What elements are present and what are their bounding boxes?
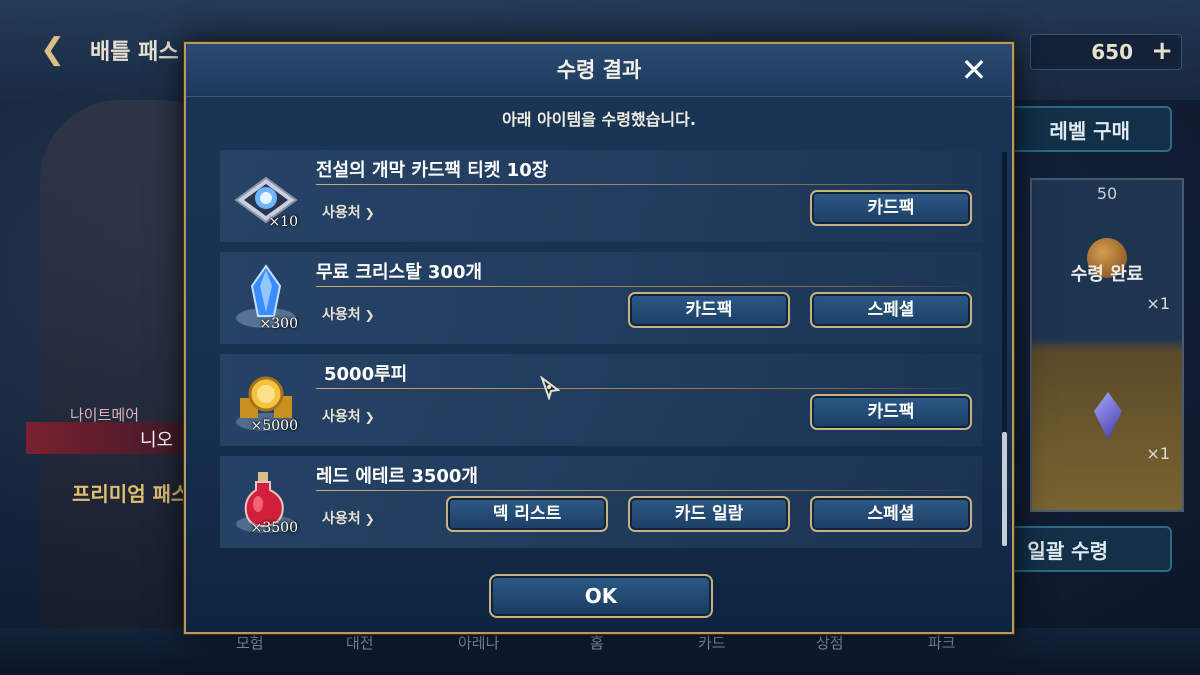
nav-shop[interactable]: 상점 <box>816 632 844 653</box>
currency-value: 650 <box>1091 40 1133 64</box>
item-count: ×3500 <box>250 520 298 536</box>
usage-label: 사용처 <box>322 511 361 527</box>
crystal-icon: ×300 <box>230 262 302 334</box>
dialog-subtitle: 아래 아이템을 수령했습니다. <box>502 110 696 129</box>
reward-count: ×1 <box>1146 444 1170 463</box>
usage-label: 사용처 <box>322 409 361 425</box>
back-arrow-icon[interactable]: ❮ <box>40 32 65 67</box>
red-ether-potion-icon: ×3500 <box>230 466 302 538</box>
chevron-right-icon: ❯ <box>364 512 375 526</box>
divider <box>316 490 972 491</box>
chevron-right-icon: ❯ <box>364 206 375 220</box>
item-name: 5000루피 <box>324 364 408 385</box>
close-icon[interactable]: ✕ <box>958 54 990 86</box>
usage-link[interactable]: 사용처 ❯ <box>322 202 375 222</box>
card-ticket-icon: ×10 <box>230 160 302 232</box>
reward-item: ×5000 5000루피 사용처 ❯ 카드팩 <box>220 354 982 446</box>
usage-link[interactable]: 사용처 ❯ <box>322 508 375 528</box>
reward-list[interactable]: ×10 전설의 개막 카드팩 티켓 10장 사용처 ❯ 카드팩 ×300 무료 크… <box>220 150 1010 550</box>
reward-count: ×1 <box>1146 294 1170 313</box>
special-button[interactable]: 스페셜 <box>810 496 972 532</box>
reward-item: ×300 무료 크리스탈 300개 사용처 ❯ 스페셜 카드팩 <box>220 252 982 344</box>
plus-icon[interactable]: + <box>1151 36 1173 66</box>
gold-coins-icon: ×5000 <box>230 364 302 436</box>
deck-list-button[interactable]: 덱 리스트 <box>446 496 608 532</box>
card-pack-button[interactable]: 카드팩 <box>628 292 790 328</box>
chevron-right-icon: ❯ <box>364 308 375 322</box>
page-title: 배틀 패스 <box>90 40 179 65</box>
character-name-bar <box>26 422 206 454</box>
divider <box>316 388 972 389</box>
special-button[interactable]: 스페셜 <box>810 292 972 328</box>
receive-result-dialog: 수령 결과 ✕ 아래 아이템을 수령했습니다. ×10 전설의 개막 카드팩 티… <box>184 42 1014 634</box>
nav-adventure[interactable]: 모험 <box>236 632 264 653</box>
cursor-icon <box>540 376 560 400</box>
reward-claimed-label: 수령 완료 <box>1070 264 1144 285</box>
nav-park[interactable]: 파크 <box>928 632 956 653</box>
item-name: 무료 크리스탈 300개 <box>316 262 483 283</box>
usage-label: 사용처 <box>322 307 361 323</box>
item-count: ×10 <box>268 214 298 230</box>
reward-item: ×10 전설의 개막 카드팩 티켓 10장 사용처 ❯ 카드팩 <box>220 150 982 242</box>
item-name: 레드 에테르 3500개 <box>316 466 478 487</box>
item-name: 전설의 개막 카드팩 티켓 10장 <box>316 160 549 181</box>
scrollbar[interactable] <box>1002 152 1007 546</box>
nav-battle[interactable]: 대전 <box>346 632 374 653</box>
card-list-button[interactable]: 카드 일람 <box>628 496 790 532</box>
usage-label: 사용처 <box>322 205 361 221</box>
currency-display: 650 + <box>1030 34 1182 70</box>
dialog-title: 수령 결과 <box>556 58 642 82</box>
ok-button[interactable]: OK <box>489 574 713 618</box>
premium-pass-label: 프리미엄 패스 <box>72 482 190 506</box>
character-name: 니오 <box>140 430 174 451</box>
scroll-thumb[interactable] <box>1002 432 1007 546</box>
divider <box>316 286 972 287</box>
chevron-right-icon: ❯ <box>364 410 375 424</box>
reward-item: ×3500 레드 에테르 3500개 사용처 ❯ 스페셜 카드 일람 덱 리스트 <box>220 456 982 548</box>
gem-icon <box>1094 392 1122 440</box>
usage-link[interactable]: 사용처 ❯ <box>322 406 375 426</box>
card-pack-button[interactable]: 카드팩 <box>810 190 972 226</box>
nav-arena[interactable]: 아레나 <box>458 632 499 653</box>
reward-level: 50 <box>1096 184 1118 203</box>
nav-card[interactable]: 카드 <box>698 632 726 653</box>
card-pack-button[interactable]: 카드팩 <box>810 394 972 430</box>
usage-link[interactable]: 사용처 ❯ <box>322 304 375 324</box>
reward-card[interactable]: 50 수령 완료 ×1 ×1 <box>1030 178 1184 512</box>
item-count: ×5000 <box>250 418 298 434</box>
nav-home[interactable]: 홈 <box>590 632 604 653</box>
divider <box>316 184 972 185</box>
item-count: ×300 <box>259 316 298 332</box>
